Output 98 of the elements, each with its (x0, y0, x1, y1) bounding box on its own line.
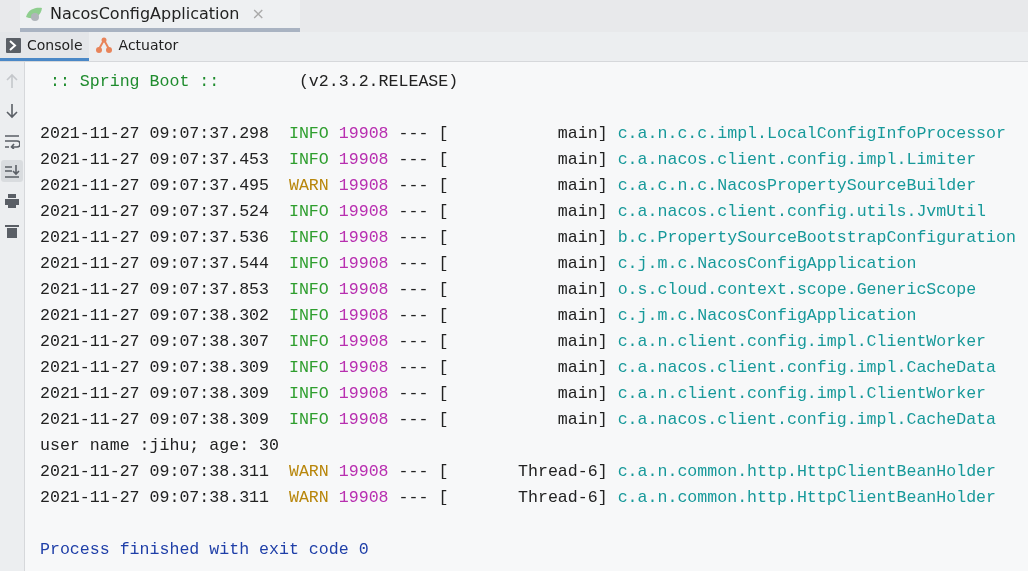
logger-name: c.a.n.client.config.impl.ClientWorker (617, 384, 987, 403)
thread-name: [ main] (438, 124, 608, 143)
separator-text: --- (398, 410, 429, 429)
separator-text: --- (398, 124, 429, 143)
log-level: INFO (287, 150, 329, 169)
timestamp: 2021-11-27 09:07:37.536 (40, 228, 270, 247)
log-level: INFO (287, 228, 329, 247)
logger-name: o.s.cloud.context.scope.GenericScope (617, 280, 977, 299)
log-level: INFO (287, 202, 329, 221)
process-id: 19908 (338, 306, 389, 325)
thread-name: [ Thread-6] (438, 488, 608, 507)
timestamp: 2021-11-27 09:07:37.453 (40, 150, 270, 169)
logger-name: c.a.nacos.client.config.impl.Limiter (617, 150, 977, 169)
log-level: WARN (287, 176, 329, 195)
thread-name: [ main] (438, 202, 608, 221)
thread-name: [ main] (438, 280, 608, 299)
thread-name: [ main] (438, 254, 608, 273)
separator-text: --- (398, 488, 429, 507)
editor-tab[interactable]: NacosConfigApplication × (20, 0, 300, 32)
timestamp: 2021-11-27 09:07:37.524 (40, 202, 270, 221)
thread-name: [ main] (438, 306, 608, 325)
logger-name: c.a.n.c.c.impl.LocalConfigInfoProcessor (617, 124, 1006, 143)
output-text: user name :jihu; age: 30 (40, 436, 279, 455)
log-level: INFO (287, 306, 329, 325)
down-arrow-icon[interactable] (4, 103, 20, 119)
timestamp: 2021-11-27 09:07:38.302 (40, 306, 270, 325)
thread-name: [ main] (438, 358, 608, 377)
timestamp: 2021-11-27 09:07:38.309 (40, 358, 270, 377)
logger-name: c.a.n.client.config.impl.ClientWorker (617, 332, 987, 351)
log-level: WARN (287, 488, 329, 507)
log-level: INFO (287, 410, 329, 429)
separator-text: --- (398, 280, 429, 299)
separator-text: --- (398, 202, 429, 221)
thread-name: [ main] (438, 150, 608, 169)
logger-name: c.a.n.common.http.HttpClientBeanHolder (617, 488, 997, 507)
log-level: INFO (287, 280, 329, 299)
timestamp: 2021-11-27 09:07:38.311 (40, 488, 270, 507)
timestamp: 2021-11-27 09:07:38.311 (40, 462, 270, 481)
process-id: 19908 (338, 176, 389, 195)
process-id: 19908 (338, 124, 389, 143)
log-level: INFO (287, 384, 329, 403)
network-icon (94, 36, 113, 54)
process-id: 19908 (338, 358, 389, 377)
timestamp: 2021-11-27 09:07:37.853 (40, 280, 270, 299)
logger-name: c.j.m.c.NacosConfigApplication (617, 254, 917, 273)
logger-name: b.c.PropertySourceBootstrapConfiguration (617, 228, 1016, 247)
separator-text: --- (398, 306, 429, 325)
timestamp: 2021-11-27 09:07:37.495 (40, 176, 270, 195)
tab-title: NacosConfigApplication (50, 3, 240, 25)
timestamp: 2021-11-27 09:07:37.544 (40, 254, 270, 273)
version-text: (v2.3.2.RELEASE) (297, 72, 459, 91)
process-id: 19908 (338, 228, 389, 247)
process-id: 19908 (338, 332, 389, 351)
banner-label: :: Spring Boot :: (48, 72, 221, 91)
logger-name: c.a.nacos.client.config.utils.JvmUtil (617, 202, 987, 221)
process-id: 19908 (338, 384, 389, 403)
process-id: 19908 (338, 202, 389, 221)
separator-text: --- (398, 358, 429, 377)
tool-tab[interactable]: Actuator (88, 32, 185, 61)
thread-name: [ main] (438, 332, 608, 351)
timestamp: 2021-11-27 09:07:38.309 (40, 410, 270, 429)
timestamp: 2021-11-27 09:07:38.309 (40, 384, 270, 403)
thread-name: [ main] (438, 410, 608, 429)
process-id: 19908 (338, 150, 389, 169)
log-level: INFO (287, 358, 329, 377)
thread-name: [ main] (438, 384, 608, 403)
thread-name: [ main] (438, 228, 608, 247)
process-id: 19908 (338, 254, 389, 273)
exit-message: Process finished with exit code 0 (40, 540, 369, 559)
log-level: INFO (287, 124, 329, 143)
print-icon[interactable] (4, 193, 20, 209)
log-level: INFO (287, 254, 329, 273)
process-id: 19908 (338, 410, 389, 429)
logger-name: c.a.c.n.c.NacosPropertySourceBuilder (617, 176, 977, 195)
separator-text: --- (398, 150, 429, 169)
separator-text: --- (398, 462, 429, 481)
separator-text: --- (398, 332, 429, 351)
timestamp: 2021-11-27 09:07:37.298 (40, 124, 270, 143)
trash-icon[interactable] (4, 223, 20, 239)
log-level: WARN (287, 462, 329, 481)
process-id: 19908 (338, 462, 389, 481)
separator-text: --- (398, 176, 429, 195)
separator-text: --- (398, 384, 429, 403)
console-icon (6, 37, 21, 53)
timestamp: 2021-11-27 09:07:38.307 (40, 332, 270, 351)
process-id: 19908 (338, 488, 389, 507)
separator-text: --- (398, 228, 429, 247)
thread-name: [ Thread-6] (438, 462, 608, 481)
process-id: 19908 (338, 280, 389, 299)
separator-text: --- (398, 254, 429, 273)
tool-tab[interactable]: Console (0, 32, 89, 61)
logger-name: c.a.nacos.client.config.impl.CacheData (617, 358, 997, 377)
logger-name: c.j.m.c.NacosConfigApplication (617, 306, 917, 325)
log-level: INFO (287, 332, 329, 351)
logger-name: c.a.n.common.http.HttpClientBeanHolder (617, 462, 997, 481)
logger-name: c.a.nacos.client.config.impl.CacheData (617, 410, 997, 429)
soft-wrap-icon[interactable] (4, 133, 20, 149)
thread-name: [ main] (438, 176, 608, 195)
